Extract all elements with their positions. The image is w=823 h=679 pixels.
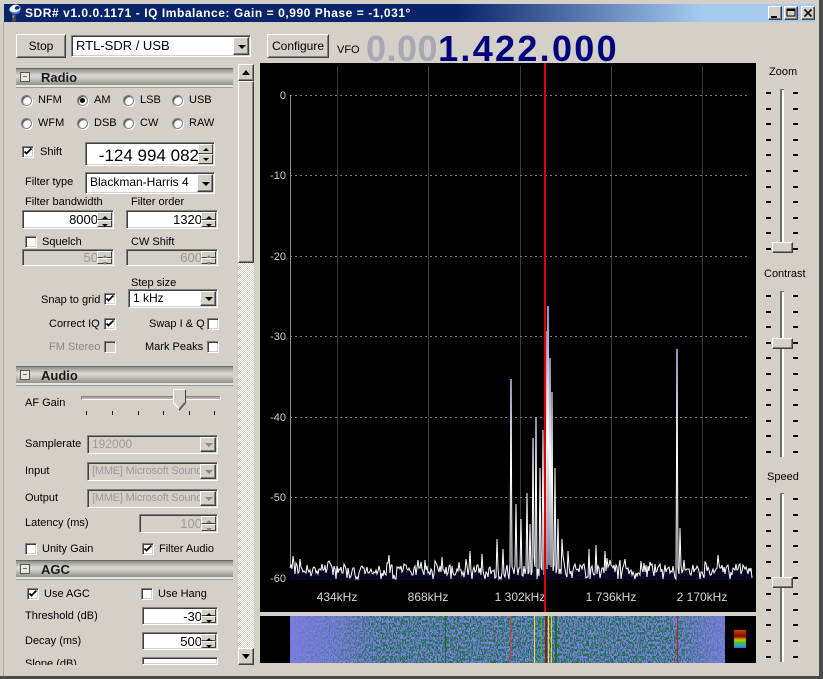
svg-text:2 170kHz: 2 170kHz — [677, 590, 728, 604]
svg-text:-60: -60 — [270, 573, 286, 585]
svg-text:1 736kHz: 1 736kHz — [586, 590, 637, 604]
svg-text:-50: -50 — [270, 492, 286, 504]
svg-text:1 302kHz: 1 302kHz — [495, 590, 546, 604]
svg-text:-10: -10 — [270, 170, 286, 182]
svg-text:-40: -40 — [270, 412, 286, 424]
svg-text:0: 0 — [280, 90, 286, 102]
svg-text:-20: -20 — [270, 251, 286, 263]
svg-text:868kHz: 868kHz — [408, 590, 449, 604]
svg-text:434kHz: 434kHz — [317, 590, 358, 604]
svg-text:-30: -30 — [270, 331, 286, 343]
